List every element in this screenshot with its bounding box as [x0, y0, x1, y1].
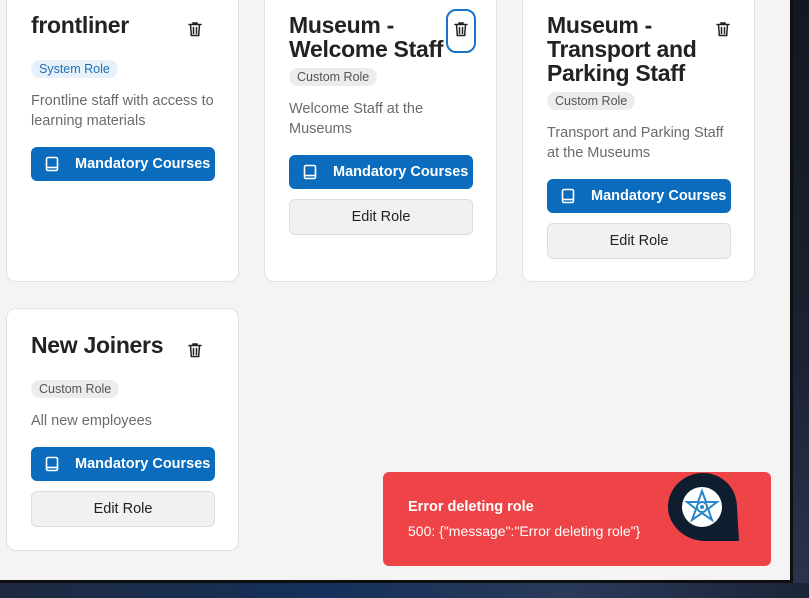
delete-role-button[interactable]	[710, 18, 736, 44]
role-type-badge: System Role	[31, 60, 118, 78]
role-card-new-joiners: New Joiners Custom Role All new employee…	[6, 308, 239, 551]
desktop-background	[0, 583, 809, 598]
mandatory-courses-button[interactable]: Mandatory Courses	[547, 179, 731, 213]
role-card-frontliner: frontliner System Role Frontline staff w…	[6, 0, 239, 282]
toast-message: 500: {"message":"Error deleting role"}	[408, 523, 641, 539]
button-label: Mandatory Courses	[75, 456, 211, 472]
app-window: frontliner System Role Frontline staff w…	[0, 0, 793, 583]
delete-role-button[interactable]	[446, 9, 476, 53]
button-label: Mandatory Courses	[591, 188, 727, 204]
button-label: Mandatory Courses	[75, 156, 211, 172]
delete-role-button[interactable]	[182, 339, 208, 365]
trash-icon	[454, 21, 468, 42]
role-title: New Joiners	[31, 332, 164, 358]
role-description: Welcome Staff at the Museums	[289, 101, 424, 137]
delete-role-button[interactable]	[182, 18, 208, 44]
support-chat-button[interactable]	[667, 472, 739, 542]
trash-icon	[188, 21, 202, 42]
desktop-background	[793, 0, 809, 598]
role-type-badge: Custom Role	[547, 92, 636, 110]
edit-role-button[interactable]: Edit Role	[31, 491, 215, 527]
role-type-badge: Custom Role	[289, 68, 378, 86]
role-card-welcome-staff: Museum - Welcome Staff Custom Role Welco…	[264, 0, 497, 282]
button-label: Mandatory Courses	[333, 164, 469, 180]
role-card-transport-parking: Museum - Transport and Parking Staff Cus…	[522, 0, 755, 282]
mandatory-courses-button[interactable]: Mandatory Courses	[289, 155, 473, 189]
role-description: All new employees	[31, 413, 152, 429]
edit-role-button[interactable]: Edit Role	[289, 199, 473, 235]
trash-icon	[716, 21, 730, 42]
role-title: frontliner	[31, 12, 129, 38]
mandatory-courses-button[interactable]: Mandatory Courses	[31, 147, 215, 181]
role-description: Transport and Parking Staff at the Museu…	[547, 125, 724, 161]
trash-icon	[188, 342, 202, 363]
role-description: Frontline staff with access to learning …	[31, 93, 214, 129]
role-title: Museum - Welcome Staff	[289, 12, 444, 62]
toast-title: Error deleting role	[408, 499, 534, 515]
role-type-badge: Custom Role	[31, 380, 120, 398]
support-chat-icon	[668, 473, 739, 541]
book-icon	[301, 163, 319, 181]
book-icon	[559, 187, 577, 205]
edit-role-button[interactable]: Edit Role	[547, 223, 731, 259]
role-title: Museum - Transport and Parking Staff	[547, 12, 697, 86]
mandatory-courses-button[interactable]: Mandatory Courses	[31, 447, 215, 481]
book-icon	[43, 455, 61, 473]
book-icon	[43, 155, 61, 173]
